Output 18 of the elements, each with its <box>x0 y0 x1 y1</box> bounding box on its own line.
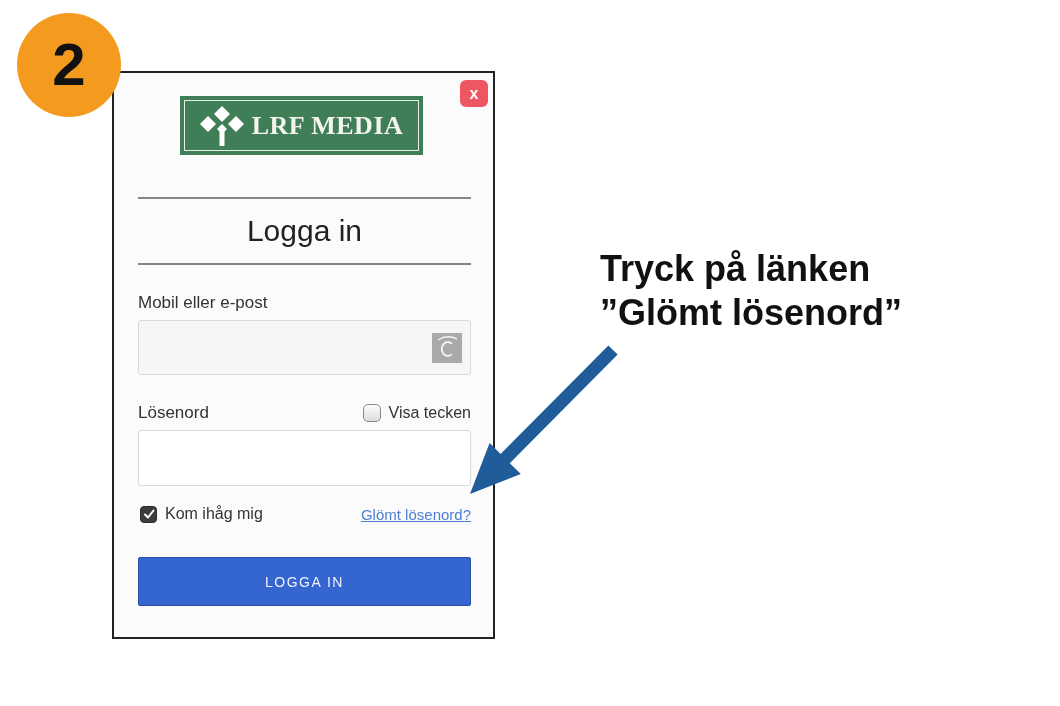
diamond-tree-icon <box>199 105 244 146</box>
remember-label: Kom ihåg mig <box>165 504 263 524</box>
field-label: Lösenord <box>138 403 209 423</box>
dialog-title: Logga in <box>245 213 364 249</box>
show-characters-checkbox[interactable] <box>362 404 381 422</box>
login-button[interactable]: LOGGA IN <box>138 557 471 606</box>
remember-checkbox[interactable] <box>140 505 157 523</box>
close-button[interactable]: x <box>460 80 488 107</box>
show-characters-label: Visa tecken <box>388 403 471 423</box>
password-field[interactable] <box>138 430 471 486</box>
email-field[interactable] <box>138 320 471 375</box>
crescent-tile-icon <box>432 332 462 363</box>
field-label: Mobil eller e-post <box>138 293 268 313</box>
step-badge: 2 <box>17 13 121 117</box>
checkmark-icon <box>142 508 155 520</box>
instruction-text: Tryck på länken ”Glömt lösenord” <box>600 247 903 335</box>
logo-text: LRF MEDIA <box>251 110 404 141</box>
forgot-password-link[interactable]: Glömt lösenord? <box>360 505 471 523</box>
